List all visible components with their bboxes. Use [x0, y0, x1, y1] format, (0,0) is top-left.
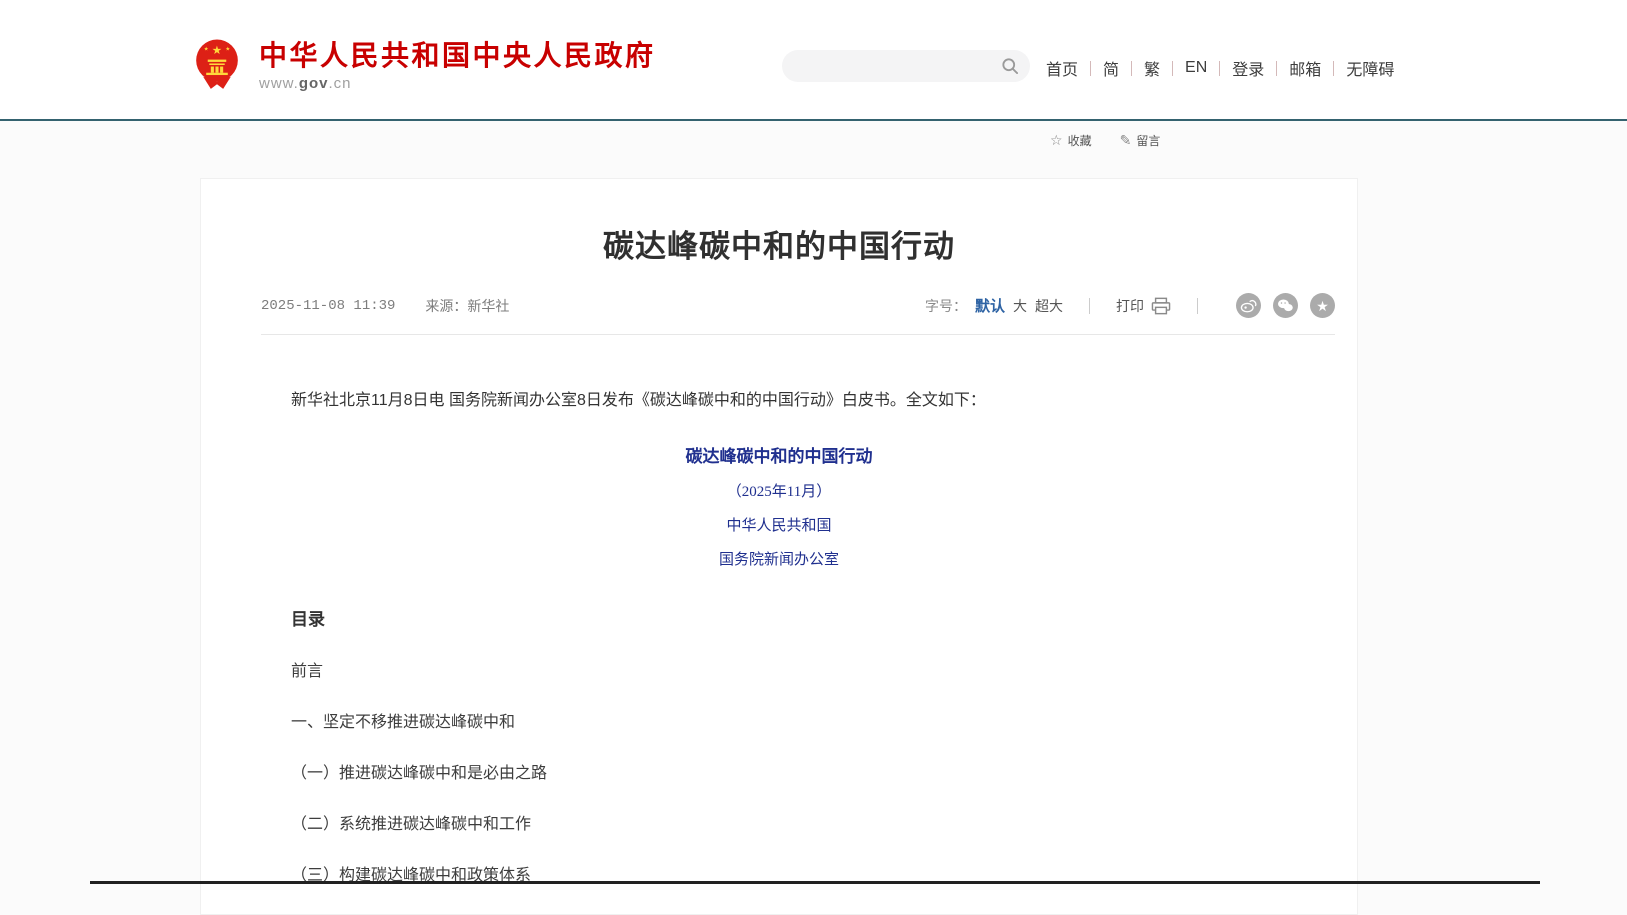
font-size-default-button[interactable]: 默认 — [975, 295, 1005, 316]
site-url-gov: gov — [299, 75, 329, 92]
site-header: ★ ★ ★ 中华人民共和国中央人民政府 www.gov.cn — [0, 0, 1627, 121]
nav-item-english[interactable]: EN — [1185, 59, 1207, 77]
print-button[interactable]: 打印 — [1116, 296, 1171, 316]
message-button[interactable]: ✎ 留言 — [1120, 132, 1161, 149]
page: ★ ★ ★ 中华人民共和国中央人民政府 www.gov.cn — [0, 0, 1627, 915]
search-icon[interactable] — [1000, 56, 1020, 76]
font-size-label: 字号： — [925, 296, 967, 316]
toc-item-1: 一、坚定不移推进碳达峰碳中和 — [291, 708, 1267, 732]
svg-text:★: ★ — [225, 46, 230, 52]
header-nav: 首页 简 繁 EN 登录 邮箱 无障碍 — [1046, 56, 1394, 80]
national-emblem-icon: ★ ★ ★ — [192, 38, 242, 92]
meta-separator — [1197, 298, 1198, 314]
toc-item-1-1: （一）推进碳达峰碳中和是必由之路 — [291, 759, 1267, 783]
svg-text:★: ★ — [212, 45, 222, 57]
source-label: 来源： — [425, 296, 467, 316]
site-title: 中华人民共和国中央人民政府 — [259, 40, 656, 72]
star-outline-icon: ☆ — [1050, 132, 1063, 149]
printer-icon — [1151, 297, 1171, 315]
print-label: 打印 — [1116, 296, 1144, 316]
more-share-star-icon[interactable]: ★ — [1310, 293, 1335, 318]
document-title: 碳达峰碳中和的中国行动 — [201, 442, 1357, 467]
nav-separator — [1131, 61, 1132, 76]
svg-text:★: ★ — [204, 46, 209, 52]
nav-item-mail[interactable]: 邮箱 — [1289, 56, 1321, 80]
article-meta-left: 2025-11-08 11:39 来源： 新华社 — [261, 296, 509, 316]
wechat-share-icon[interactable] — [1273, 293, 1298, 318]
meta-separator — [1089, 298, 1090, 314]
source-value: 新华社 — [467, 296, 509, 316]
font-size-xlarge-button[interactable]: 超大 — [1035, 296, 1063, 316]
favorite-label: 收藏 — [1068, 132, 1092, 149]
page-tools: ☆ 收藏 ✎ 留言 — [1050, 132, 1160, 149]
nav-item-login[interactable]: 登录 — [1232, 56, 1264, 80]
document-org-line2: 国务院新闻办公室 — [201, 548, 1357, 569]
article-meta-bar: 2025-11-08 11:39 来源： 新华社 字号： 默认 大 超大 打印 — [261, 293, 1335, 335]
page-body: ☆ 收藏 ✎ 留言 碳达峰碳中和的中国行动 2025-11-08 11:39 来… — [0, 121, 1627, 915]
article-intro-paragraph: 新华社北京11月8日电 国务院新闻办公室8日发布《碳达峰碳中和的中国行动》白皮书… — [291, 389, 1267, 413]
nav-separator — [1172, 61, 1173, 76]
document-date: （2025年11月） — [201, 480, 1357, 501]
site-url[interactable]: www.gov.cn — [259, 75, 656, 92]
document-org-line1: 中华人民共和国 — [201, 514, 1357, 535]
nav-separator — [1219, 61, 1220, 76]
nav-item-traditional[interactable]: 繁 — [1144, 56, 1160, 80]
favorite-button[interactable]: ☆ 收藏 — [1050, 132, 1092, 149]
publish-date: 2025-11-08 11:39 — [261, 298, 395, 314]
nav-separator — [1333, 61, 1334, 76]
nav-item-simplified[interactable]: 简 — [1103, 56, 1119, 80]
nav-item-home[interactable]: 首页 — [1046, 56, 1078, 80]
message-label: 留言 — [1136, 132, 1160, 149]
article-title: 碳达峰碳中和的中国行动 — [201, 221, 1357, 266]
site-url-cn: .cn — [329, 75, 352, 92]
search-input[interactable] — [796, 50, 986, 82]
article-card: 碳达峰碳中和的中国行动 2025-11-08 11:39 来源： 新华社 字号：… — [200, 178, 1358, 915]
toc-heading: 目录 — [291, 605, 1267, 630]
star-glyph: ★ — [1316, 299, 1329, 313]
toc-item-1-2: （二）系统推进碳达峰碳中和工作 — [291, 810, 1267, 834]
toc-item-preface: 前言 — [291, 657, 1267, 681]
pencil-icon: ✎ — [1120, 132, 1132, 149]
site-logo-link[interactable]: ★ ★ ★ 中华人民共和国中央人民政府 www.gov.cn — [192, 38, 656, 92]
nav-separator — [1276, 61, 1277, 76]
site-url-www: www. — [259, 75, 299, 92]
font-size-large-button[interactable]: 大 — [1013, 296, 1027, 316]
nav-item-accessibility[interactable]: 无障碍 — [1346, 56, 1394, 80]
search-box[interactable] — [782, 50, 1030, 82]
article-meta-right: 字号： 默认 大 超大 打印 — [925, 293, 1335, 318]
weibo-share-icon[interactable] — [1236, 293, 1261, 318]
bottom-divider-line — [90, 881, 1540, 884]
nav-separator — [1090, 61, 1091, 76]
brand-text: 中华人民共和国中央人民政府 www.gov.cn — [259, 38, 656, 92]
